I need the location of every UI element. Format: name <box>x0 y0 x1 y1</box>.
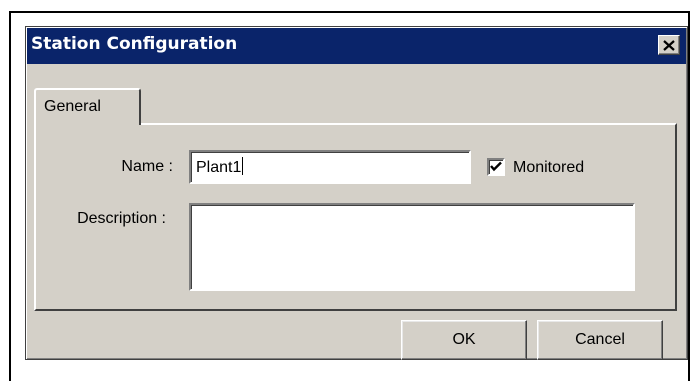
name-value: Plant1 <box>196 157 244 176</box>
checkmark-icon <box>490 161 502 172</box>
description-textarea[interactable] <box>189 203 635 291</box>
tab-general-label: General <box>44 98 101 115</box>
window-title: Station Configuration <box>31 34 238 54</box>
cancel-button[interactable]: Cancel <box>537 320 663 360</box>
ok-button[interactable]: OK <box>401 320 527 360</box>
name-input[interactable]: Plant1 <box>189 150 471 184</box>
close-icon <box>663 39 675 51</box>
monitored-label: Monitored <box>513 159 585 176</box>
monitored-checkbox[interactable] <box>487 158 505 176</box>
text-caret <box>242 157 244 175</box>
title-bar: Station Configuration <box>27 28 686 64</box>
tab-general[interactable]: General <box>34 88 141 125</box>
close-button[interactable] <box>658 35 680 55</box>
description-label: Description : <box>77 210 166 227</box>
name-label: Name : <box>121 158 173 175</box>
